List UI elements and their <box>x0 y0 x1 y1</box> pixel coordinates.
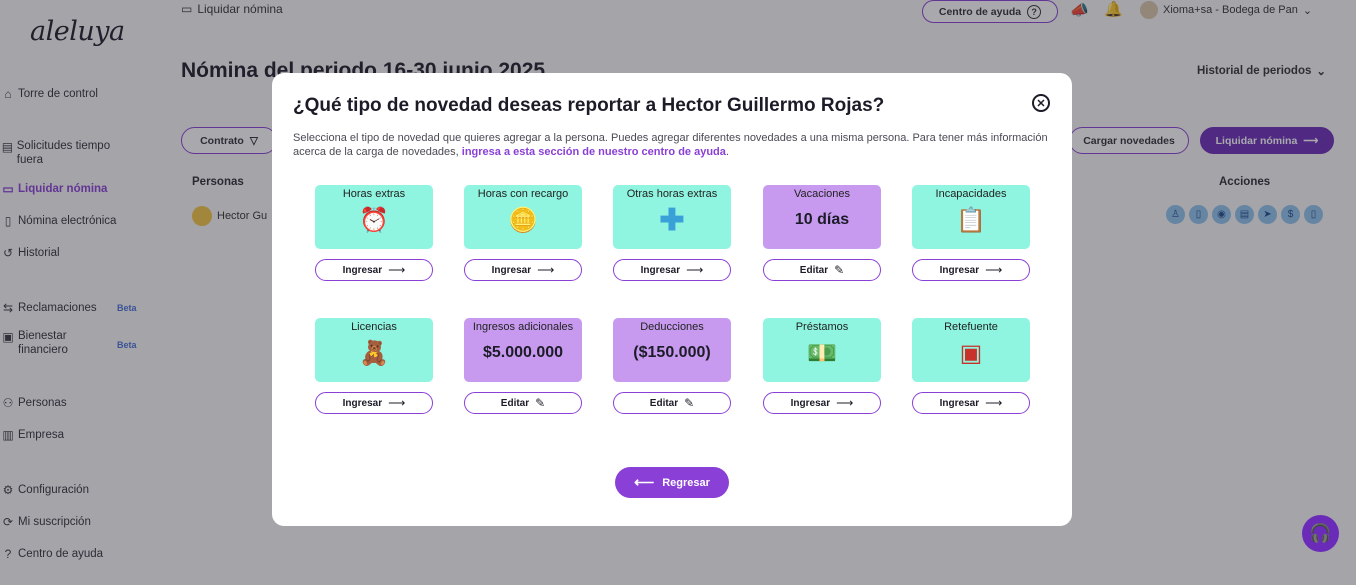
coin-icon: 🪙 <box>508 207 538 234</box>
safe-icon: ▣ <box>959 340 983 367</box>
headset-help-button[interactable]: 🎧 <box>1302 515 1339 552</box>
card-horas-recargo: Horas con recargo 🪙 <box>464 185 582 249</box>
button-label: Ingresar <box>342 397 383 409</box>
button-label: Ingresar <box>790 397 831 409</box>
back-button[interactable]: ⟵ Regresar <box>615 467 729 498</box>
pencil-icon: ✎ <box>834 263 845 277</box>
card-label: Otras horas extras <box>626 188 718 200</box>
card-label: Ingresos adicionales <box>472 321 574 333</box>
button-label: Editar <box>649 397 679 409</box>
arrow-right-icon: ⟶ <box>836 396 854 410</box>
ingresar-incapacidades-button[interactable]: Ingresar ⟶ <box>912 259 1030 281</box>
baby-icon: 🧸 <box>359 340 389 367</box>
button-label: Editar <box>500 397 530 409</box>
modal-description: Selecciona el tipo de novedad que quiere… <box>293 131 1063 159</box>
button-label: Ingresar <box>939 397 980 409</box>
editar-vacaciones-button[interactable]: Editar ✎ <box>763 259 881 281</box>
editar-deducciones-button[interactable]: Editar ✎ <box>613 392 731 414</box>
pencil-icon: ✎ <box>684 396 695 410</box>
card-value: 10 días <box>794 211 850 228</box>
description-end: . <box>725 146 729 158</box>
ingresar-retefuente-button[interactable]: Ingresar ⟶ <box>912 392 1030 414</box>
ingresar-prestamos-button[interactable]: Ingresar ⟶ <box>763 392 881 414</box>
card-value: ($150.000) <box>633 344 711 361</box>
button-label: Ingresar <box>491 264 532 276</box>
card-label: Licencias <box>351 321 397 333</box>
card-label: Incapacidades <box>935 188 1007 200</box>
card-licencias: Licencias 🧸 <box>315 318 433 382</box>
card-label: Préstamos <box>795 321 849 333</box>
money-icon: 💵 <box>807 340 837 367</box>
clipboard-icon: 📋 <box>956 207 986 234</box>
button-label: Ingresar <box>342 264 383 276</box>
modal-title: ¿Qué tipo de novedad deseas reportar a H… <box>293 95 885 116</box>
card-otras-horas: Otras horas extras ✚ <box>613 185 731 249</box>
editar-ingresos-button[interactable]: Editar ✎ <box>464 392 582 414</box>
headset-icon: 🎧 <box>1309 523 1332 543</box>
button-label: Ingresar <box>939 264 980 276</box>
ingresar-horas-extras-button[interactable]: Ingresar ⟶ <box>315 259 433 281</box>
card-retefuente: Retefuente ▣ <box>912 318 1030 382</box>
ingresar-otras-horas-button[interactable]: Ingresar ⟶ <box>613 259 731 281</box>
card-prestamos: Préstamos 💵 <box>763 318 881 382</box>
card-label: Retefuente <box>944 321 998 333</box>
card-label: Deducciones <box>640 321 704 333</box>
arrow-right-icon: ⟶ <box>388 263 406 277</box>
alarm-clock-icon: ⏰ <box>359 207 389 234</box>
button-label: Editar <box>799 264 829 276</box>
close-icon[interactable]: ✕ <box>1032 94 1050 112</box>
arrow-right-icon: ⟶ <box>985 396 1003 410</box>
arrow-right-icon: ⟶ <box>388 396 406 410</box>
arrow-right-icon: ⟶ <box>985 263 1003 277</box>
card-ingresos-adicionales: Ingresos adicionales $5.000.000 <box>464 318 582 382</box>
arrow-right-icon: ⟶ <box>537 263 555 277</box>
back-button-label: Regresar <box>662 476 710 489</box>
card-label: Horas extras <box>342 188 406 200</box>
arrow-left-icon: ⟵ <box>634 474 655 490</box>
card-value: $5.000.000 <box>482 344 564 361</box>
plus-icon: ✚ <box>659 204 685 237</box>
card-label: Vacaciones <box>793 188 851 200</box>
ingresar-horas-recargo-button[interactable]: Ingresar ⟶ <box>464 259 582 281</box>
novelty-type-modal: ¿Qué tipo de novedad deseas reportar a H… <box>272 73 1072 526</box>
ingresar-licencias-button[interactable]: Ingresar ⟶ <box>315 392 433 414</box>
card-incapacidades: Incapacidades 📋 <box>912 185 1030 249</box>
card-deducciones: Deducciones ($150.000) <box>613 318 731 382</box>
pencil-icon: ✎ <box>535 396 546 410</box>
card-label: Horas con recargo <box>477 188 569 200</box>
button-label: Ingresar <box>640 264 681 276</box>
card-vacaciones: Vacaciones 10 días <box>763 185 881 249</box>
help-section-link[interactable]: ingresa a esta sección de nuestro centro… <box>462 146 726 158</box>
card-horas-extras: Horas extras ⏰ <box>315 185 433 249</box>
arrow-right-icon: ⟶ <box>686 263 704 277</box>
